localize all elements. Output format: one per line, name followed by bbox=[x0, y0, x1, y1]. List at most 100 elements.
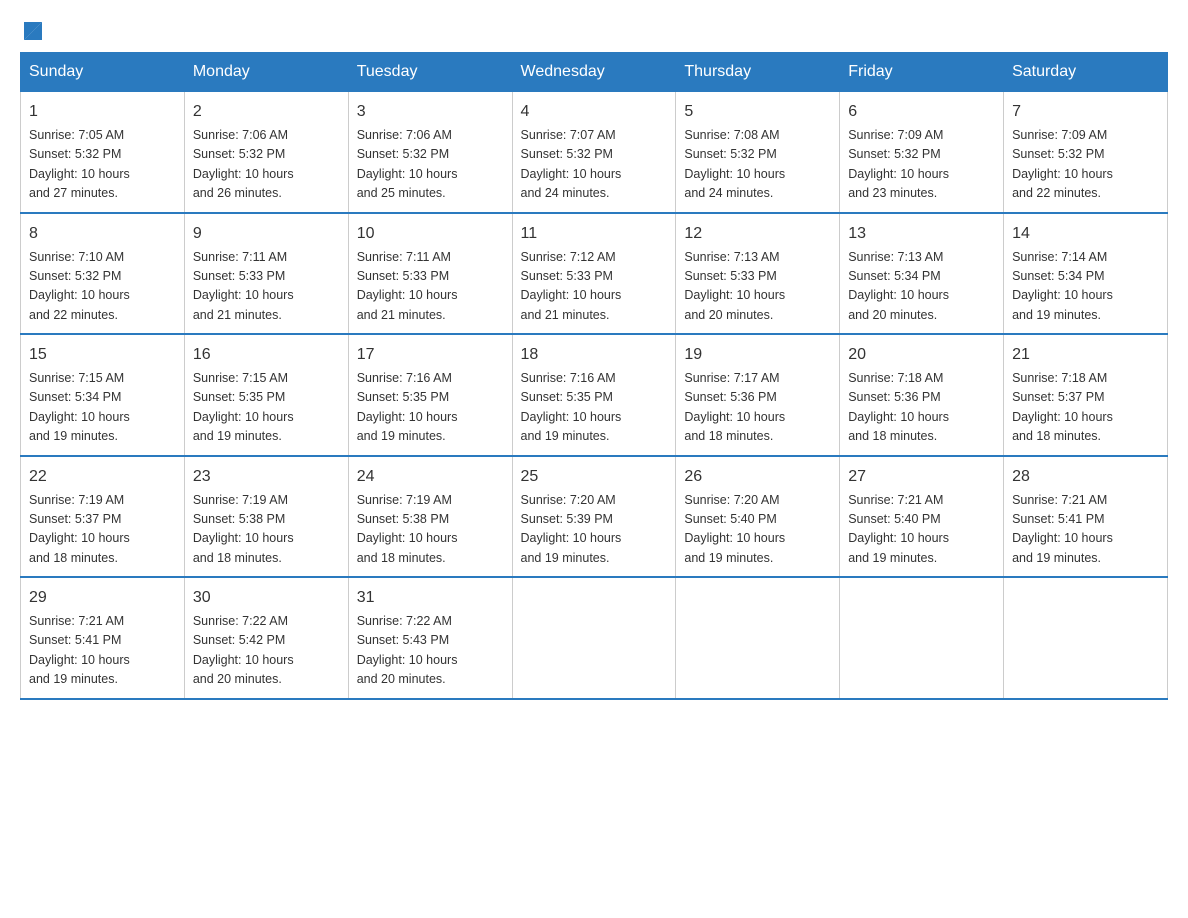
day-number: 28 bbox=[1012, 465, 1159, 489]
day-info: Sunrise: 7:19 AMSunset: 5:37 PMDaylight:… bbox=[29, 491, 176, 569]
day-info: Sunrise: 7:16 AMSunset: 5:35 PMDaylight:… bbox=[357, 369, 504, 447]
calendar-cell bbox=[512, 577, 676, 699]
calendar-cell: 27Sunrise: 7:21 AMSunset: 5:40 PMDayligh… bbox=[840, 456, 1004, 578]
day-info: Sunrise: 7:11 AMSunset: 5:33 PMDaylight:… bbox=[193, 248, 340, 326]
day-number: 27 bbox=[848, 465, 995, 489]
calendar-cell: 16Sunrise: 7:15 AMSunset: 5:35 PMDayligh… bbox=[184, 334, 348, 456]
calendar-week-row: 15Sunrise: 7:15 AMSunset: 5:34 PMDayligh… bbox=[21, 334, 1168, 456]
calendar-cell: 15Sunrise: 7:15 AMSunset: 5:34 PMDayligh… bbox=[21, 334, 185, 456]
day-info: Sunrise: 7:09 AMSunset: 5:32 PMDaylight:… bbox=[1012, 126, 1159, 204]
calendar-week-row: 8Sunrise: 7:10 AMSunset: 5:32 PMDaylight… bbox=[21, 213, 1168, 335]
day-number: 14 bbox=[1012, 222, 1159, 246]
day-info: Sunrise: 7:11 AMSunset: 5:33 PMDaylight:… bbox=[357, 248, 504, 326]
calendar-cell: 14Sunrise: 7:14 AMSunset: 5:34 PMDayligh… bbox=[1004, 213, 1168, 335]
calendar-cell bbox=[676, 577, 840, 699]
day-info: Sunrise: 7:07 AMSunset: 5:32 PMDaylight:… bbox=[521, 126, 668, 204]
calendar-cell: 20Sunrise: 7:18 AMSunset: 5:36 PMDayligh… bbox=[840, 334, 1004, 456]
day-number: 26 bbox=[684, 465, 831, 489]
day-number: 24 bbox=[357, 465, 504, 489]
day-info: Sunrise: 7:08 AMSunset: 5:32 PMDaylight:… bbox=[684, 126, 831, 204]
calendar-cell: 8Sunrise: 7:10 AMSunset: 5:32 PMDaylight… bbox=[21, 213, 185, 335]
day-number: 3 bbox=[357, 100, 504, 124]
day-number: 11 bbox=[521, 222, 668, 246]
day-info: Sunrise: 7:14 AMSunset: 5:34 PMDaylight:… bbox=[1012, 248, 1159, 326]
day-number: 1 bbox=[29, 100, 176, 124]
day-number: 15 bbox=[29, 343, 176, 367]
calendar-cell: 2Sunrise: 7:06 AMSunset: 5:32 PMDaylight… bbox=[184, 92, 348, 213]
calendar-cell: 5Sunrise: 7:08 AMSunset: 5:32 PMDaylight… bbox=[676, 92, 840, 213]
day-info: Sunrise: 7:19 AMSunset: 5:38 PMDaylight:… bbox=[193, 491, 340, 569]
day-number: 25 bbox=[521, 465, 668, 489]
day-number: 4 bbox=[521, 100, 668, 124]
calendar-cell: 30Sunrise: 7:22 AMSunset: 5:42 PMDayligh… bbox=[184, 577, 348, 699]
calendar-cell: 18Sunrise: 7:16 AMSunset: 5:35 PMDayligh… bbox=[512, 334, 676, 456]
day-number: 2 bbox=[193, 100, 340, 124]
day-info: Sunrise: 7:15 AMSunset: 5:34 PMDaylight:… bbox=[29, 369, 176, 447]
day-number: 29 bbox=[29, 586, 176, 610]
day-info: Sunrise: 7:22 AMSunset: 5:42 PMDaylight:… bbox=[193, 612, 340, 690]
day-info: Sunrise: 7:18 AMSunset: 5:36 PMDaylight:… bbox=[848, 369, 995, 447]
day-info: Sunrise: 7:21 AMSunset: 5:41 PMDaylight:… bbox=[1012, 491, 1159, 569]
day-info: Sunrise: 7:10 AMSunset: 5:32 PMDaylight:… bbox=[29, 248, 176, 326]
calendar-cell: 23Sunrise: 7:19 AMSunset: 5:38 PMDayligh… bbox=[184, 456, 348, 578]
day-number: 13 bbox=[848, 222, 995, 246]
day-number: 22 bbox=[29, 465, 176, 489]
day-number: 20 bbox=[848, 343, 995, 367]
calendar-cell: 26Sunrise: 7:20 AMSunset: 5:40 PMDayligh… bbox=[676, 456, 840, 578]
calendar-cell: 19Sunrise: 7:17 AMSunset: 5:36 PMDayligh… bbox=[676, 334, 840, 456]
calendar-cell: 17Sunrise: 7:16 AMSunset: 5:35 PMDayligh… bbox=[348, 334, 512, 456]
day-number: 19 bbox=[684, 343, 831, 367]
day-number: 5 bbox=[684, 100, 831, 124]
calendar-cell: 4Sunrise: 7:07 AMSunset: 5:32 PMDaylight… bbox=[512, 92, 676, 213]
calendar-week-row: 22Sunrise: 7:19 AMSunset: 5:37 PMDayligh… bbox=[21, 456, 1168, 578]
day-info: Sunrise: 7:21 AMSunset: 5:41 PMDaylight:… bbox=[29, 612, 176, 690]
calendar-cell: 31Sunrise: 7:22 AMSunset: 5:43 PMDayligh… bbox=[348, 577, 512, 699]
calendar-cell: 25Sunrise: 7:20 AMSunset: 5:39 PMDayligh… bbox=[512, 456, 676, 578]
header-thursday: Thursday bbox=[676, 53, 840, 92]
day-info: Sunrise: 7:06 AMSunset: 5:32 PMDaylight:… bbox=[193, 126, 340, 204]
day-number: 8 bbox=[29, 222, 176, 246]
day-info: Sunrise: 7:15 AMSunset: 5:35 PMDaylight:… bbox=[193, 369, 340, 447]
day-number: 6 bbox=[848, 100, 995, 124]
day-info: Sunrise: 7:20 AMSunset: 5:39 PMDaylight:… bbox=[521, 491, 668, 569]
day-info: Sunrise: 7:21 AMSunset: 5:40 PMDaylight:… bbox=[848, 491, 995, 569]
calendar-cell: 11Sunrise: 7:12 AMSunset: 5:33 PMDayligh… bbox=[512, 213, 676, 335]
day-info: Sunrise: 7:05 AMSunset: 5:32 PMDaylight:… bbox=[29, 126, 176, 204]
calendar-cell: 7Sunrise: 7:09 AMSunset: 5:32 PMDaylight… bbox=[1004, 92, 1168, 213]
day-number: 23 bbox=[193, 465, 340, 489]
day-info: Sunrise: 7:13 AMSunset: 5:33 PMDaylight:… bbox=[684, 248, 831, 326]
calendar-cell bbox=[840, 577, 1004, 699]
calendar-cell: 9Sunrise: 7:11 AMSunset: 5:33 PMDaylight… bbox=[184, 213, 348, 335]
page-header bbox=[20, 20, 1168, 32]
calendar-cell: 6Sunrise: 7:09 AMSunset: 5:32 PMDaylight… bbox=[840, 92, 1004, 213]
day-info: Sunrise: 7:22 AMSunset: 5:43 PMDaylight:… bbox=[357, 612, 504, 690]
calendar-header-row: SundayMondayTuesdayWednesdayThursdayFrid… bbox=[21, 53, 1168, 92]
day-number: 7 bbox=[1012, 100, 1159, 124]
calendar-cell: 28Sunrise: 7:21 AMSunset: 5:41 PMDayligh… bbox=[1004, 456, 1168, 578]
day-info: Sunrise: 7:09 AMSunset: 5:32 PMDaylight:… bbox=[848, 126, 995, 204]
day-info: Sunrise: 7:17 AMSunset: 5:36 PMDaylight:… bbox=[684, 369, 831, 447]
calendar-cell bbox=[1004, 577, 1168, 699]
day-info: Sunrise: 7:20 AMSunset: 5:40 PMDaylight:… bbox=[684, 491, 831, 569]
calendar-cell: 24Sunrise: 7:19 AMSunset: 5:38 PMDayligh… bbox=[348, 456, 512, 578]
calendar-cell: 21Sunrise: 7:18 AMSunset: 5:37 PMDayligh… bbox=[1004, 334, 1168, 456]
header-sunday: Sunday bbox=[21, 53, 185, 92]
day-info: Sunrise: 7:19 AMSunset: 5:38 PMDaylight:… bbox=[357, 491, 504, 569]
day-number: 18 bbox=[521, 343, 668, 367]
calendar-cell: 12Sunrise: 7:13 AMSunset: 5:33 PMDayligh… bbox=[676, 213, 840, 335]
day-number: 30 bbox=[193, 586, 340, 610]
day-number: 31 bbox=[357, 586, 504, 610]
day-number: 9 bbox=[193, 222, 340, 246]
calendar-cell: 3Sunrise: 7:06 AMSunset: 5:32 PMDaylight… bbox=[348, 92, 512, 213]
calendar-week-row: 29Sunrise: 7:21 AMSunset: 5:41 PMDayligh… bbox=[21, 577, 1168, 699]
calendar-cell: 29Sunrise: 7:21 AMSunset: 5:41 PMDayligh… bbox=[21, 577, 185, 699]
day-info: Sunrise: 7:16 AMSunset: 5:35 PMDaylight:… bbox=[521, 369, 668, 447]
day-number: 17 bbox=[357, 343, 504, 367]
calendar-cell: 22Sunrise: 7:19 AMSunset: 5:37 PMDayligh… bbox=[21, 456, 185, 578]
header-monday: Monday bbox=[184, 53, 348, 92]
day-info: Sunrise: 7:18 AMSunset: 5:37 PMDaylight:… bbox=[1012, 369, 1159, 447]
calendar-cell: 1Sunrise: 7:05 AMSunset: 5:32 PMDaylight… bbox=[21, 92, 185, 213]
calendar-table: SundayMondayTuesdayWednesdayThursdayFrid… bbox=[20, 52, 1168, 700]
calendar-cell: 13Sunrise: 7:13 AMSunset: 5:34 PMDayligh… bbox=[840, 213, 1004, 335]
day-number: 21 bbox=[1012, 343, 1159, 367]
